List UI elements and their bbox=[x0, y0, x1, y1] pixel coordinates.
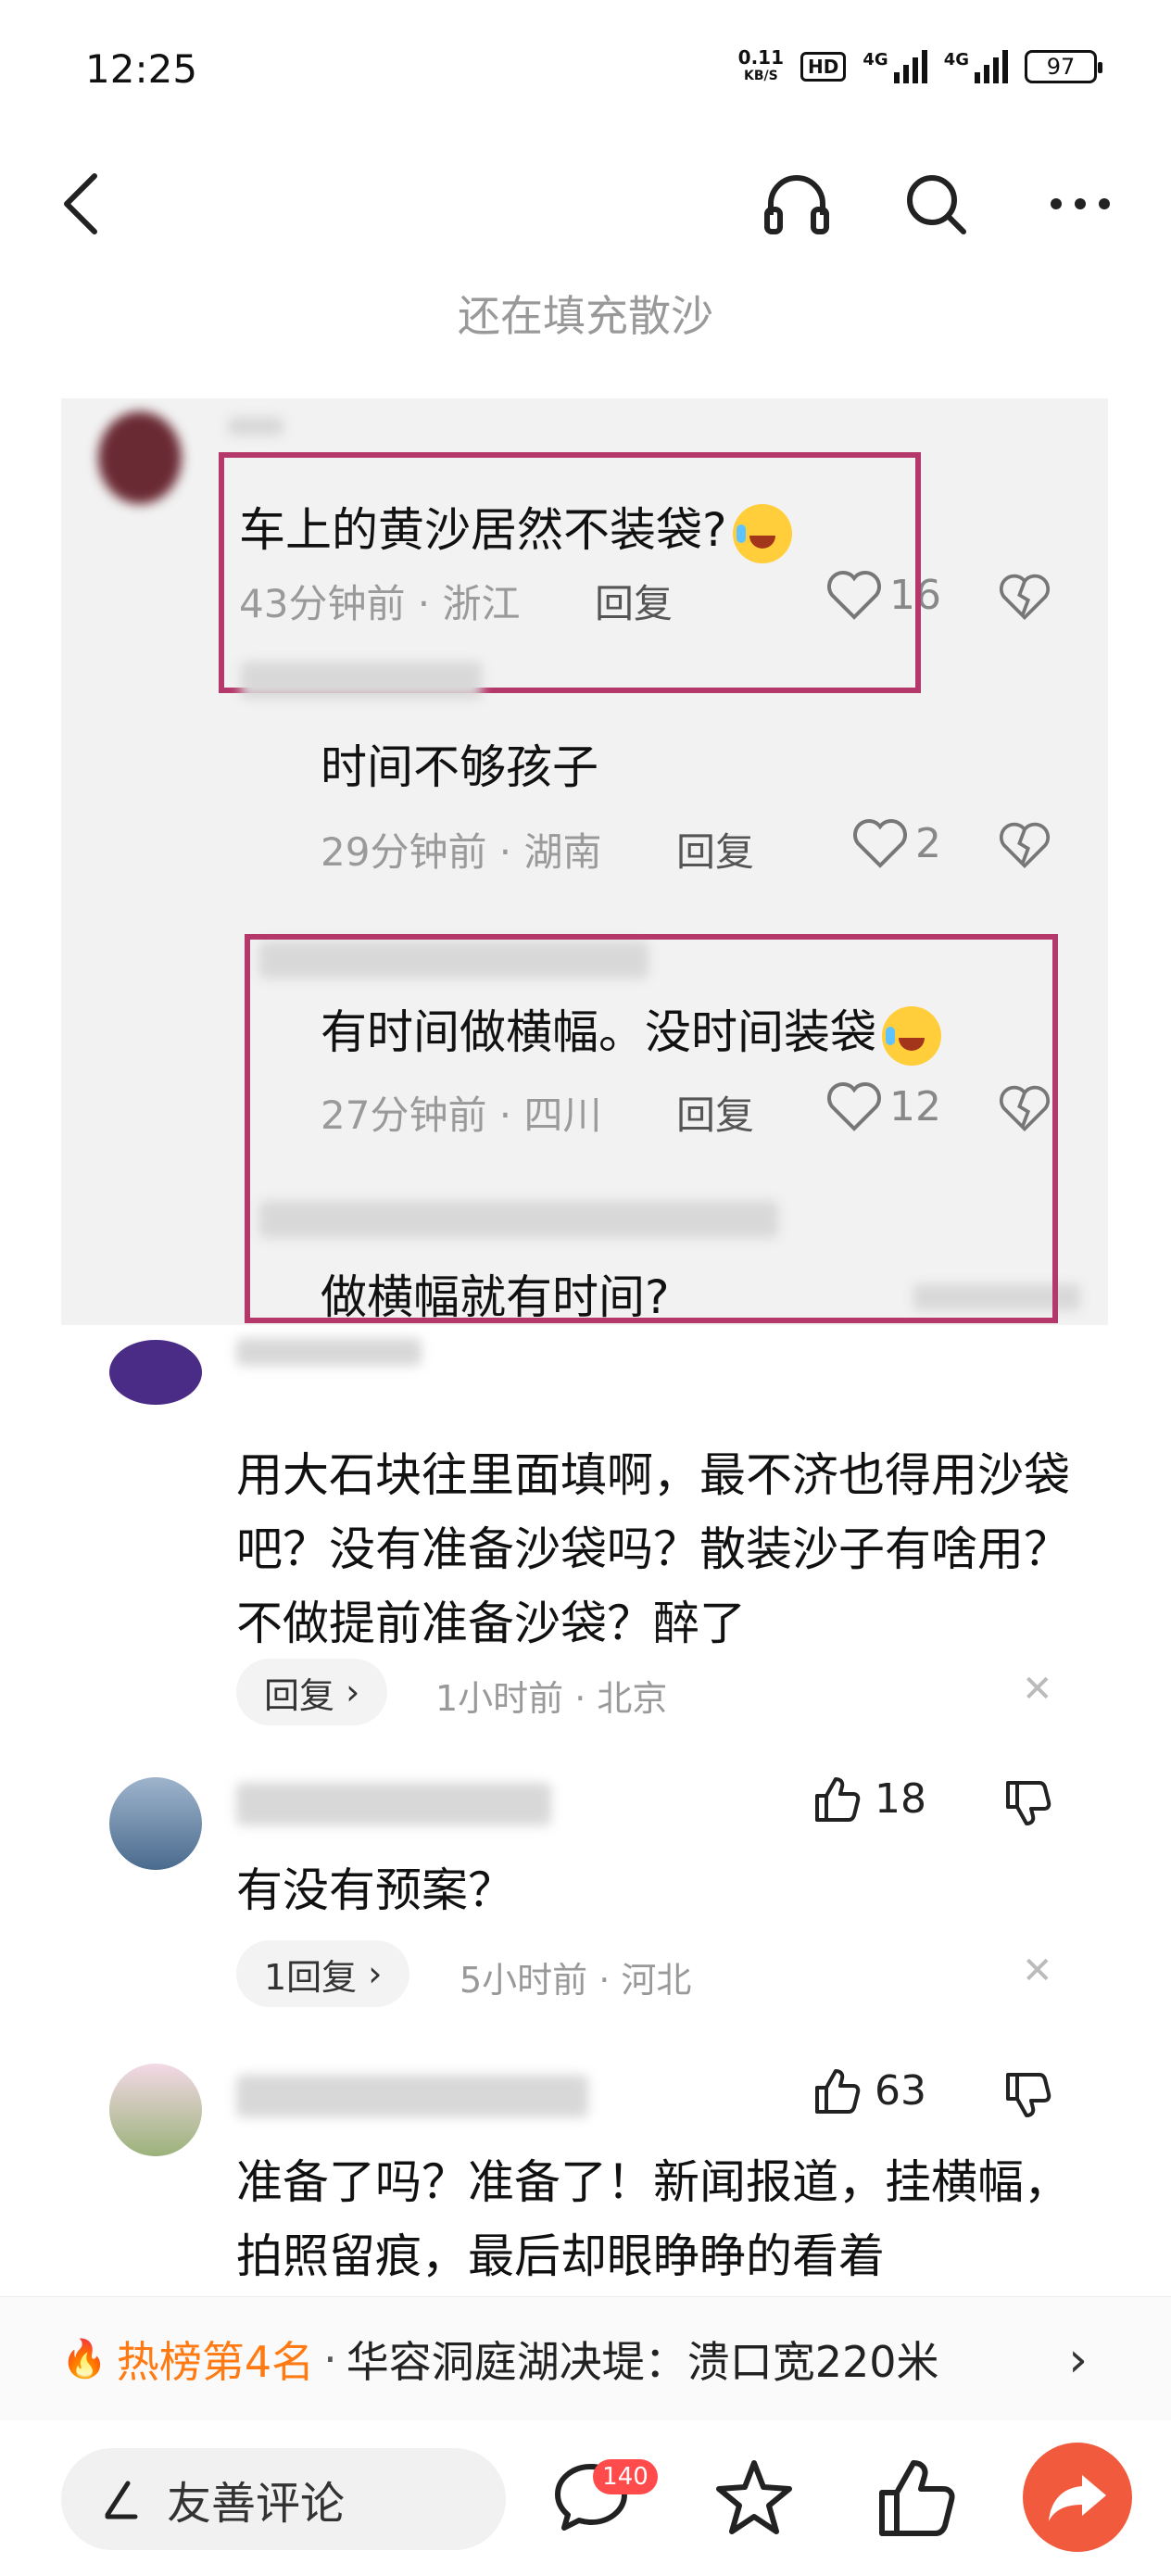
status-time: 12:25 bbox=[85, 46, 198, 92]
share-button[interactable] bbox=[1023, 2443, 1132, 2552]
comment-meta: 1小时前 · 北京 bbox=[435, 1678, 668, 1719]
signal-icon-2: 4G bbox=[944, 50, 1008, 83]
comment-text: 有没有预案？ bbox=[236, 1863, 514, 1917]
pen-icon bbox=[105, 2481, 138, 2519]
avatar bbox=[98, 411, 182, 504]
comment-text: 用大石块往里面填啊，最不济也得用沙袋吧？没有准备沙袋吗？散装沙子有啥用？不做提前… bbox=[236, 1448, 1070, 1650]
hot-title: 华容洞庭湖决堤：溃口宽220米 bbox=[346, 2336, 939, 2387]
star-icon[interactable] bbox=[710, 2454, 799, 2543]
reply-text: 时间不够孩子 bbox=[321, 740, 598, 794]
chevron-right-icon: › bbox=[1068, 2332, 1088, 2388]
hot-list-banner[interactable]: 🔥 热榜第4名 · 华容洞庭湖决堤：溃口宽220米 › bbox=[0, 2296, 1171, 2420]
headphones-icon[interactable] bbox=[760, 167, 834, 241]
close-icon[interactable]: ✕ bbox=[1022, 1950, 1053, 1992]
embedded-comment-screenshot: 车上的黄沙居然不装袋? 43分钟前 · 浙江 回复 16 时间不够孩子 29分钟… bbox=[61, 398, 1108, 1325]
reply-button[interactable]: 1回复 › bbox=[236, 1940, 410, 2007]
share-icon bbox=[1049, 2475, 1106, 2521]
thumbs-down-icon[interactable] bbox=[1002, 2071, 1052, 2121]
flame-icon: 🔥 bbox=[61, 2338, 107, 2380]
thumbs-up-icon bbox=[815, 2069, 861, 2114]
comment-meta: 5小时前 · 河北 bbox=[460, 1960, 692, 2001]
status-bar: 12:25 0.11 KB/S HD 4G 4G 97 bbox=[0, 0, 1171, 139]
thumbs-up-icon[interactable] bbox=[871, 2454, 960, 2543]
signal-icon: 4G bbox=[863, 50, 927, 83]
comment-item: 18 有没有预案？ 1回复 › 5小时前 · 河北 ✕ bbox=[0, 1761, 1171, 2048]
like-count: 2 bbox=[852, 817, 941, 869]
status-icons: 0.11 KB/S HD 4G 4G 97 bbox=[737, 46, 1102, 85]
like-button[interactable]: 63 bbox=[812, 2065, 926, 2115]
broken-heart-icon bbox=[999, 822, 1051, 869]
comment-item: 63 准备了吗？准备了！新闻报道，挂横幅，拍照留痕，最后却眼睁睁的看着 bbox=[0, 2052, 1171, 2293]
top-nav bbox=[0, 148, 1171, 259]
bottom-bar: 友善评论 140 bbox=[0, 2420, 1171, 2576]
thumbs-down-icon[interactable] bbox=[1002, 1779, 1052, 1829]
avatar bbox=[109, 2064, 202, 2156]
network-speed: 0.11 KB/S bbox=[737, 46, 785, 83]
reply-link: 回复 bbox=[676, 829, 755, 875]
comment-input[interactable]: 友善评论 bbox=[61, 2448, 506, 2550]
like-button[interactable]: 18 bbox=[812, 1774, 926, 1824]
more-icon[interactable] bbox=[1043, 167, 1117, 241]
avatar bbox=[109, 1340, 202, 1405]
reply-button[interactable]: 回复 › bbox=[236, 1659, 388, 1725]
highlight-box bbox=[245, 934, 1058, 1323]
comment-item: 用大石块往里面填啊，最不济也得用沙袋吧？没有准备沙袋吗？散装沙子有啥用？不做提前… bbox=[0, 1334, 1171, 1751]
article-caption: 还在填充散沙 bbox=[458, 291, 713, 341]
comment-count-badge: 140 bbox=[593, 2459, 658, 2494]
heart-icon bbox=[853, 819, 907, 868]
hd-icon: HD bbox=[800, 52, 847, 82]
hot-rank: 热榜第4名 bbox=[116, 2336, 315, 2387]
comment-text: 准备了吗？准备了！新闻报道，挂横幅，拍照留痕，最后却眼睁睁的看着 bbox=[236, 2155, 1070, 2283]
reply-meta: 29分钟前 · 湖南 bbox=[321, 829, 602, 875]
broken-heart-icon bbox=[999, 574, 1051, 621]
battery-icon: 97 bbox=[1025, 50, 1102, 83]
thumbs-up-icon bbox=[815, 1777, 861, 1822]
highlight-box bbox=[219, 452, 921, 693]
avatar bbox=[109, 1777, 202, 1870]
back-icon[interactable] bbox=[46, 167, 120, 241]
close-icon[interactable]: ✕ bbox=[1022, 1668, 1053, 1711]
search-icon[interactable] bbox=[899, 167, 973, 241]
